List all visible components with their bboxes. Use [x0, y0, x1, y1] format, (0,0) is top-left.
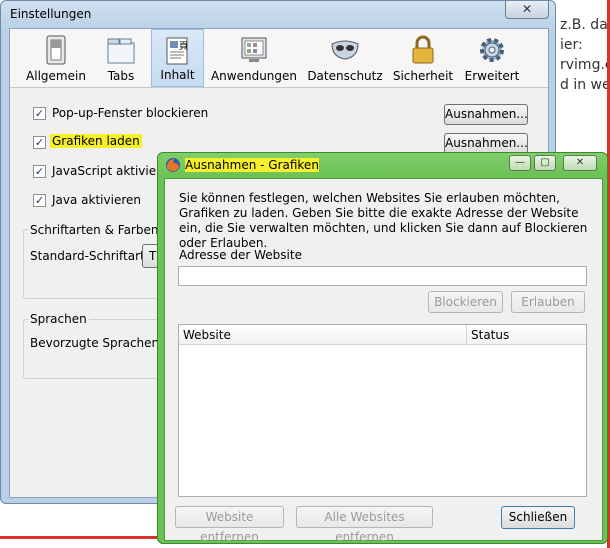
fonts-group-title: Schriftarten & Farben — [28, 223, 161, 237]
close-button[interactable]: Schließen — [501, 506, 575, 529]
popup-block-checkbox[interactable]: ✓ — [33, 107, 46, 120]
maximize-button[interactable]: ▢ — [534, 155, 556, 171]
exceptions-body: Sie können festlegen, welchen Websites S… — [164, 178, 603, 544]
tab-label: Allgemein — [26, 69, 86, 83]
tab-datenschutz[interactable]: Datenschutz — [304, 29, 386, 87]
load-images-label: Grafiken laden — [50, 134, 142, 148]
exceptions-title: Ausnahmen - Grafiken — [185, 158, 319, 172]
mask-icon — [329, 35, 361, 68]
images-exceptions-button[interactable]: Ausnahmen... — [444, 133, 528, 154]
java-label: Java aktivieren — [52, 193, 141, 207]
remove-website-button[interactable]: Website entfernen — [175, 506, 284, 544]
tab-label: Anwendungen — [210, 69, 298, 83]
tab-label: Erweitert — [464, 69, 520, 83]
popup-block-label: Pop-up-Fenster blockieren — [52, 106, 209, 120]
remove-all-websites-button[interactable]: Alle Websites entfernen — [296, 506, 433, 544]
preferences-close-button[interactable]: ✕ — [505, 1, 549, 19]
exceptions-description: Sie können festlegen, welchen Websites S… — [179, 191, 588, 250]
java-checkbox[interactable]: ✓ — [33, 194, 46, 207]
tab-label: Datenschutz — [307, 69, 383, 83]
applications-icon — [239, 35, 269, 68]
load-images-checkbox[interactable]: ✓ — [33, 136, 46, 149]
address-label: Adresse der Website — [179, 248, 302, 262]
content-icon: 頁 — [163, 36, 193, 69]
column-header-status[interactable]: Status — [467, 325, 586, 345]
default-font-label: Standard-Schriftart: — [30, 249, 149, 263]
tab-label: Inhalt — [160, 68, 195, 82]
gear-icon — [477, 35, 507, 68]
allow-button[interactable]: Erlauben — [511, 291, 585, 313]
lock-icon — [410, 35, 436, 68]
tab-tabs[interactable]: Tabs — [96, 29, 146, 87]
bg-text-3: rvimg.c — [560, 57, 610, 73]
tab-label: Sicherheit — [392, 69, 454, 83]
tab-anwendungen[interactable]: Anwendungen — [210, 29, 298, 87]
image-exceptions-dialog: Ausnahmen - Grafiken — ▢ ✕ Sie können fe… — [157, 152, 608, 544]
popup-exceptions-button[interactable]: Ausnahmen... — [444, 104, 528, 125]
svg-text:頁: 頁 — [179, 41, 188, 52]
tab-sicherheit[interactable]: Sicherheit — [392, 29, 454, 87]
block-button[interactable]: Blockieren — [428, 291, 503, 313]
close-window-button[interactable]: ✕ — [563, 155, 597, 171]
tab-erweitert[interactable]: Erweitert — [462, 29, 522, 87]
javascript-checkbox[interactable]: ✓ — [33, 165, 46, 178]
preferences-title: Einstellungen — [10, 7, 92, 21]
tab-allgemein[interactable]: Allgemein — [20, 29, 92, 87]
tab-inhalt[interactable]: 頁 Inhalt — [151, 29, 204, 87]
column-header-website[interactable]: Website — [179, 325, 467, 345]
firefox-icon — [165, 157, 181, 176]
tabs-icon — [106, 35, 136, 68]
bg-text-1: z.B. da — [560, 17, 608, 33]
preferences-toolbar: Allgemein Tabs 頁 Inhalt Anwendungen Date… — [10, 29, 548, 88]
bg-text-2: ier: — [560, 37, 583, 53]
switch-icon — [44, 35, 68, 68]
tab-label: Tabs — [107, 69, 135, 83]
address-input[interactable] — [178, 266, 587, 286]
bg-text-4: d in we — [560, 77, 610, 93]
minimize-button[interactable]: — — [509, 155, 531, 171]
languages-group-title: Sprachen — [28, 312, 89, 326]
exceptions-table: Website Status — [178, 324, 587, 497]
